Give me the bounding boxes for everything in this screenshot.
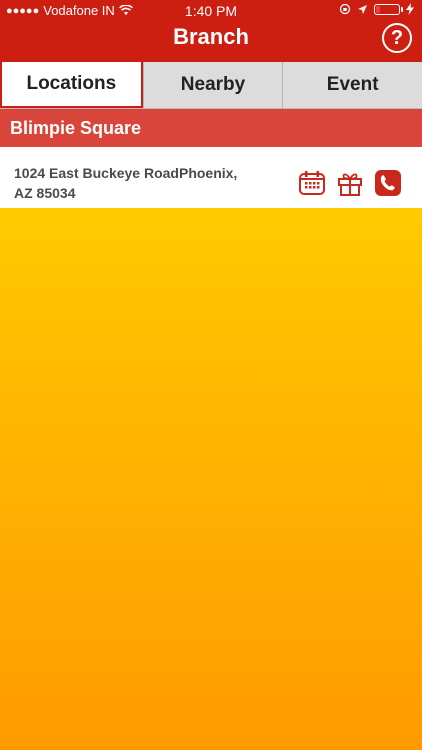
location-actions <box>298 169 402 197</box>
top-bar: ●●●●● Vodafone IN 1:40 PM Branch ? <box>0 0 422 62</box>
address-line-2: AZ 85034 <box>14 185 76 201</box>
help-button[interactable]: ? <box>382 23 412 53</box>
call-button[interactable] <box>374 169 402 197</box>
calendar-button[interactable] <box>298 169 326 197</box>
tab-nearby[interactable]: Nearby <box>142 62 283 108</box>
tab-event[interactable]: Event <box>282 62 422 108</box>
status-right <box>339 3 414 15</box>
location-row[interactable]: 1024 East Buckeye RoadPhoenix, AZ 85034 <box>0 147 422 208</box>
gift-button[interactable] <box>336 169 364 197</box>
address-line-1: 1024 East Buckeye RoadPhoenix, <box>14 165 238 181</box>
charging-bolt-icon <box>406 3 414 15</box>
location-address: 1024 East Buckeye RoadPhoenix, AZ 85034 <box>14 163 274 203</box>
location-arrow-icon <box>358 4 367 14</box>
status-bar: ●●●●● Vodafone IN 1:40 PM <box>0 0 422 22</box>
battery-icon <box>374 3 403 15</box>
tab-bar: Locations Nearby Event <box>0 62 422 109</box>
section-header: Blimpie Square <box>0 109 422 147</box>
calendar-icon <box>299 171 325 195</box>
gift-icon <box>338 173 362 196</box>
phone-icon <box>375 170 401 196</box>
tab-locations[interactable]: Locations <box>0 62 143 108</box>
page-title: Branch <box>173 24 249 49</box>
rotation-lock-icon <box>339 3 351 15</box>
